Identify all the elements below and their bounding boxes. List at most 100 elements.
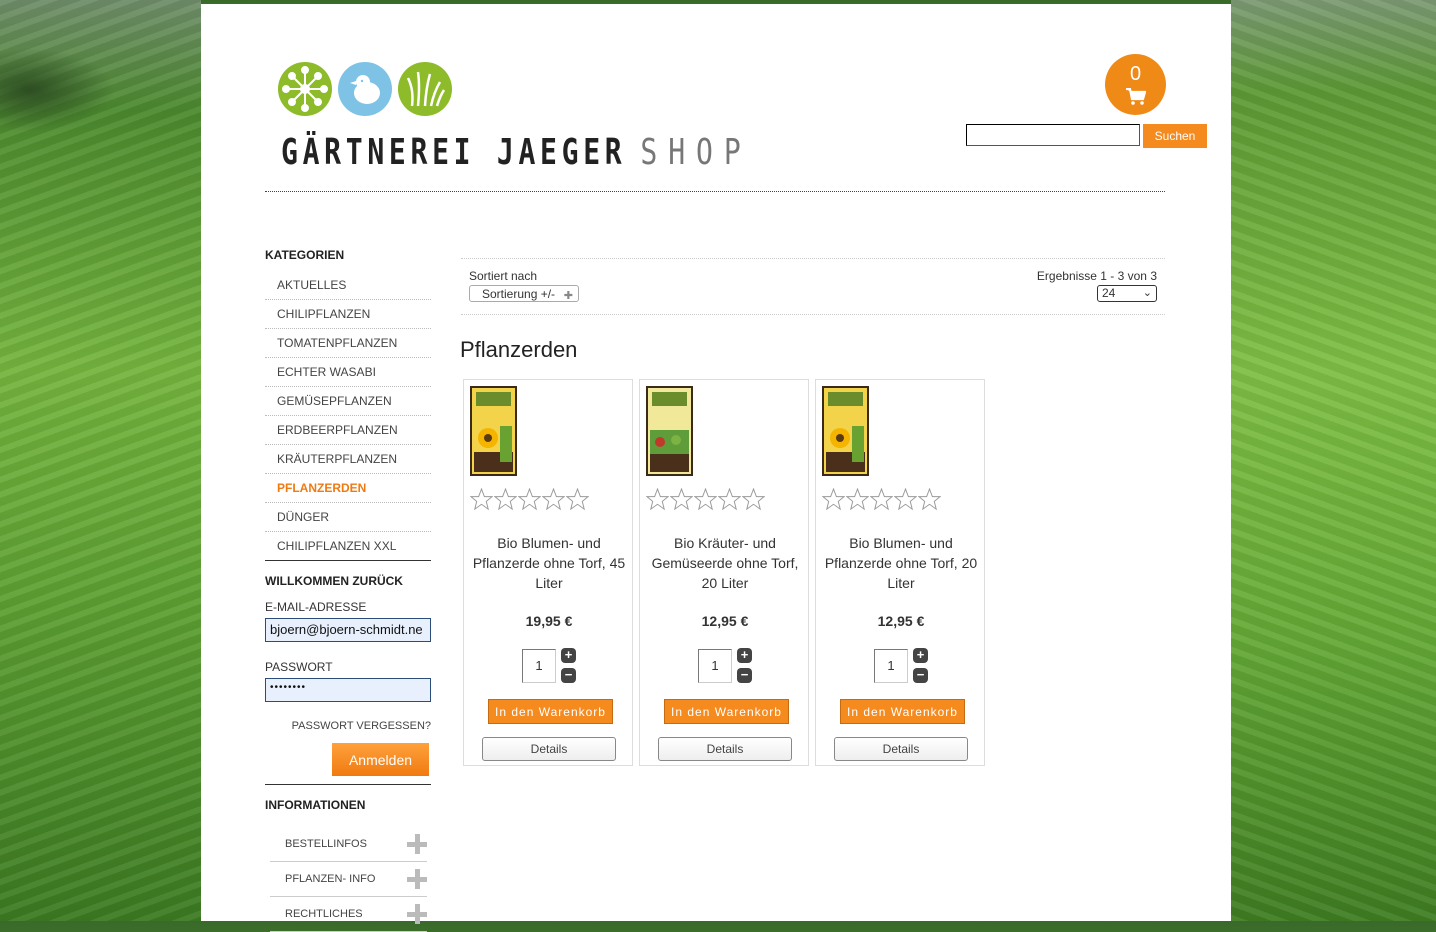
plus-icon[interactable] [407, 904, 427, 924]
plus-icon[interactable]: + [913, 648, 928, 663]
plus-icon[interactable] [407, 869, 427, 889]
star-icon [542, 488, 565, 511]
info-item-pflanzen-info[interactable]: PFLANZEN- INFO [270, 862, 427, 897]
shopping-cart-icon [1125, 88, 1146, 105]
quantity-input[interactable]: 1 [874, 649, 908, 683]
rating-stars[interactable] [822, 488, 941, 511]
product-name[interactable]: Bio Blumen- und Pflanzerde ohne Torf, 45… [468, 533, 630, 593]
star-icon [670, 488, 693, 511]
star-icon [846, 488, 869, 511]
category-item[interactable]: ECHTER WASABI [265, 358, 431, 387]
category-item[interactable]: TOMATENPFLANZEN [265, 329, 431, 358]
minus-icon[interactable]: − [561, 668, 576, 683]
add-to-cart-button[interactable]: In den Warenkorb [488, 699, 613, 724]
sort-select[interactable]: Sortierung +/- ✚ [469, 285, 579, 302]
star-icon [894, 488, 917, 511]
per-page-value: 24 [1102, 286, 1116, 300]
category-item[interactable]: CHILIPFLANZEN XXL [265, 532, 431, 561]
forgot-password-link[interactable]: PASSWORT VERGESSEN? [265, 720, 431, 732]
bird-icon [338, 62, 392, 116]
login-button[interactable]: Anmelden [332, 743, 429, 776]
search-input[interactable] [966, 124, 1140, 146]
logo-wordmark: GÄRTNEREI JAEGER SHOP [281, 132, 752, 173]
info-heading: INFORMATIONEN [265, 798, 366, 812]
product-price: 12,95 € [877, 613, 925, 629]
details-button[interactable]: Details [482, 737, 616, 761]
grass-icon [398, 62, 452, 116]
cart-count: 0 [1129, 63, 1142, 85]
logo-text-shop: SHOP [640, 132, 752, 173]
product-card: Bio Blumen- und Pflanzerde ohne Torf, 20… [815, 379, 985, 766]
rating-stars[interactable] [646, 488, 765, 511]
quantity-input[interactable]: 1 [522, 649, 556, 683]
rating-stars[interactable] [470, 488, 589, 511]
logo-text-main: GÄRTNEREI JAEGER [281, 132, 627, 173]
page-title: Pflanzerden [460, 337, 578, 362]
product-card: Bio Blumen- und Pflanzerde ohne Torf, 45… [463, 379, 633, 766]
info-list: BESTELLINFOS PFLANZEN- INFO RECHTLICHES [270, 827, 427, 932]
results-count: Ergebnisse 1 - 3 von 3 [1036, 269, 1157, 283]
sort-select-value: Sortierung +/- [482, 287, 556, 301]
add-to-cart-button[interactable]: In den Warenkorb [664, 699, 789, 724]
sort-arrow-icon: ✚ [563, 290, 573, 302]
info-item-rechtliches[interactable]: RECHTLICHES [270, 897, 427, 932]
category-item[interactable]: CHILIPFLANZEN [265, 300, 431, 329]
category-item[interactable]: GEMÜSEPFLANZEN [265, 387, 431, 416]
star-icon [822, 488, 845, 511]
category-item-active[interactable]: PFLANZERDEN [265, 474, 431, 503]
search-button[interactable]: Suchen [1143, 124, 1207, 148]
sidebar-divider [265, 560, 431, 561]
minus-icon[interactable]: − [913, 668, 928, 683]
info-item-bestellinfos[interactable]: BESTELLINFOS [270, 827, 427, 862]
product-image[interactable] [822, 386, 869, 476]
header-divider [265, 191, 1165, 192]
login-heading: WILLKOMMEN ZURÜCK [265, 574, 403, 588]
category-item[interactable]: AKTUELLES [265, 271, 431, 300]
product-image[interactable] [470, 386, 517, 476]
product-name[interactable]: Bio Kräuter- und Gemüseerde ohne Torf, 2… [644, 533, 806, 593]
star-icon [870, 488, 893, 511]
password-field[interactable]: •••••••• [265, 678, 431, 702]
categories-heading: KATEGORIEN [265, 248, 345, 262]
cart-button[interactable]: 0 [1105, 54, 1166, 115]
star-icon [718, 488, 741, 511]
star-icon [518, 488, 541, 511]
category-item[interactable]: KRÄUTERPFLANZEN [265, 445, 431, 474]
details-button[interactable]: Details [658, 737, 792, 761]
star-icon [742, 488, 765, 511]
email-label: E-MAIL-ADRESSE [265, 600, 367, 614]
per-page-select[interactable]: 24 ⌄ [1097, 285, 1157, 302]
plus-icon[interactable] [407, 834, 427, 854]
star-icon [918, 488, 941, 511]
product-card: Bio Kräuter- und Gemüseerde ohne Torf, 2… [639, 379, 809, 766]
page-container: GÄRTNEREI JAEGER SHOP 0 Suchen KATEGORIEN… [201, 4, 1231, 932]
plus-icon[interactable]: + [737, 648, 752, 663]
add-to-cart-button[interactable]: In den Warenkorb [840, 699, 965, 724]
star-icon [694, 488, 717, 511]
quantity-input[interactable]: 1 [698, 649, 732, 683]
plus-icon[interactable]: + [561, 648, 576, 663]
product-name[interactable]: Bio Blumen- und Pflanzerde ohne Torf, 20… [820, 533, 982, 593]
product-image[interactable] [646, 386, 693, 476]
minus-icon[interactable]: − [737, 668, 752, 683]
star-icon [494, 488, 517, 511]
sort-label: Sortiert nach [469, 269, 538, 283]
chevron-down-icon: ⌄ [1142, 287, 1152, 299]
background-meadow-right [1231, 0, 1436, 921]
star-icon [646, 488, 669, 511]
category-item[interactable]: DÜNGER [265, 503, 431, 532]
listing-toolbar: Sortiert nach Sortierung +/- ✚ Ergebnisse… [461, 258, 1165, 315]
details-button[interactable]: Details [834, 737, 968, 761]
password-label: PASSWORT [265, 660, 333, 674]
email-field[interactable]: bjoern@bjoern-schmidt.ne [265, 618, 431, 642]
product-price: 12,95 € [701, 613, 749, 629]
sidebar-divider [265, 784, 431, 785]
star-icon [566, 488, 589, 511]
dandelion-icon [278, 62, 332, 116]
category-item[interactable]: ERDBEERPFLANZEN [265, 416, 431, 445]
background-meadow-left [0, 0, 201, 921]
star-icon [470, 488, 493, 511]
info-item-label: BESTELLINFOS [285, 838, 367, 850]
info-item-label: PFLANZEN- INFO [285, 873, 376, 885]
info-item-label: RECHTLICHES [285, 908, 363, 920]
